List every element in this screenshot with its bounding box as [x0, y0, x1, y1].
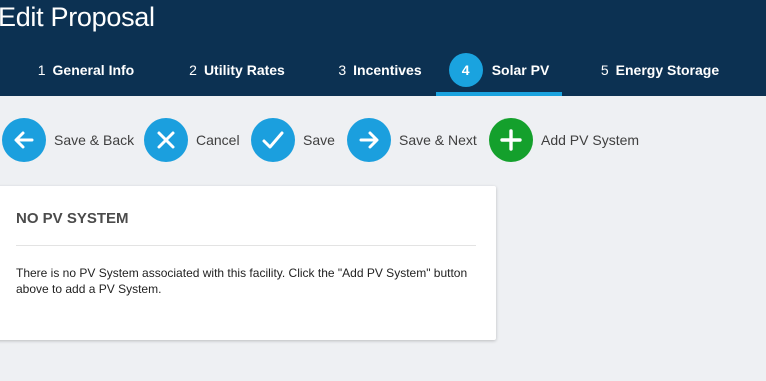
save-and-next-button[interactable]: Save & Next [347, 118, 477, 162]
tab-label: Energy Storage [615, 62, 720, 78]
close-icon [144, 118, 188, 162]
cancel-button[interactable]: Cancel [144, 118, 240, 162]
save-button[interactable]: Save [251, 118, 335, 162]
action-toolbar: Save & Back Cancel Save Save & Next Add … [0, 118, 766, 162]
card-message: There is no PV System associated with th… [16, 266, 468, 296]
add-pv-system-label: Add PV System [541, 132, 640, 148]
tab-utility-rates[interactable]: 2 Utility Rates [176, 44, 298, 96]
arrow-left-icon [2, 118, 46, 162]
tab-label: Incentives [353, 62, 422, 78]
tab-number: 2 [189, 62, 197, 78]
no-pv-system-card: NO PV SYSTEM There is no PV System assoc… [0, 186, 496, 340]
tab-incentives[interactable]: 3 Incentives [324, 44, 436, 96]
tab-general-info[interactable]: 1 General Info [22, 44, 150, 96]
wizard-tabs: 1 General Info 2 Utility Rates 3 Incenti… [0, 44, 766, 96]
cancel-label: Cancel [196, 132, 240, 148]
tab-label: General Info [52, 62, 135, 78]
check-icon [251, 118, 295, 162]
tab-number: 1 [37, 62, 46, 78]
tab-number: 5 [600, 62, 609, 78]
plus-icon [489, 118, 533, 162]
app-header: Edit Proposal 1 General Info 2 Utility R… [0, 0, 766, 96]
page-title: Edit Proposal [0, 2, 155, 32]
tab-energy-storage[interactable]: 5 Energy Storage [590, 44, 730, 96]
tab-label: Utility Rates [203, 62, 285, 78]
card-divider [16, 245, 476, 246]
save-and-back-button[interactable]: Save & Back [2, 118, 134, 162]
tab-label: Solar PV [491, 62, 550, 78]
save-and-back-label: Save & Back [54, 132, 135, 148]
tab-number-badge: 4 [448, 53, 483, 87]
tab-solar-pv[interactable]: 4 Solar PV [436, 44, 562, 96]
tab-number: 3 [338, 62, 347, 78]
save-label: Save [303, 132, 335, 148]
arrow-right-icon [347, 118, 391, 162]
card-title: NO PV SYSTEM [16, 210, 129, 227]
add-pv-system-button[interactable]: Add PV System [489, 118, 639, 162]
save-and-next-label: Save & Next [399, 132, 477, 148]
